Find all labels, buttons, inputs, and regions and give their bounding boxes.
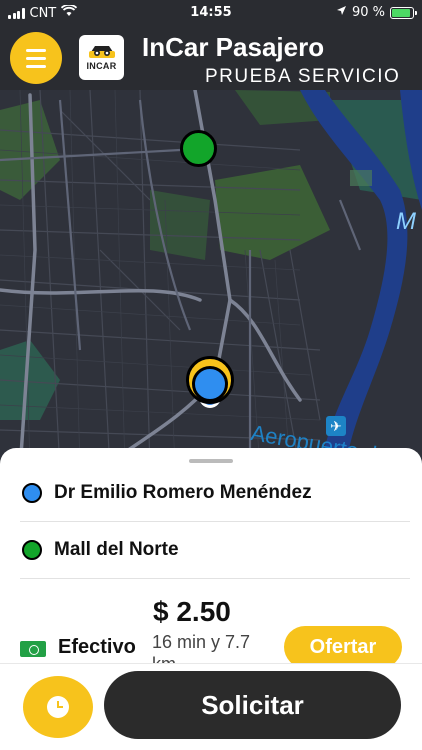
divider <box>20 521 410 522</box>
origin-dot-icon <box>22 483 42 503</box>
logo-text: INCAR <box>86 61 117 71</box>
app-subtitle: PRUEBA SERVICIO <box>205 66 401 87</box>
divider <box>20 578 410 579</box>
origin-pin <box>192 366 228 402</box>
bottom-bar: Solicitar <box>0 663 422 750</box>
logo-icon <box>88 46 115 58</box>
cash-icon <box>20 641 46 657</box>
origin-address: Dr Emilio Romero Menéndez <box>54 482 312 503</box>
battery-icon <box>390 6 417 19</box>
destination-marker[interactable] <box>180 130 217 167</box>
trip-duration: 16 min y 7.7 km <box>152 632 251 663</box>
destination-row[interactable]: Mall del Norte <box>0 525 422 575</box>
bottom-divider <box>0 663 422 664</box>
app-title: InCar Pasajero <box>142 32 325 62</box>
trip-sheet: Dr Emilio Romero Menéndez Mall del Norte… <box>0 448 422 663</box>
request-button[interactable]: Solicitar <box>104 671 401 739</box>
clock-icon <box>47 696 69 718</box>
sheet-grabber[interactable] <box>189 459 233 463</box>
schedule-button[interactable] <box>23 676 93 738</box>
origin-marker[interactable] <box>186 356 234 418</box>
app-logo: INCAR <box>79 35 124 80</box>
menu-icon <box>26 48 46 52</box>
location-arrow-icon <box>336 5 347 20</box>
battery-percent: 90 % <box>351 5 385 20</box>
menu-button[interactable] <box>10 32 62 84</box>
payment-method[interactable]: Efectivo <box>58 636 136 659</box>
destination-dot-icon <box>22 540 42 560</box>
app-header: INCAR InCar Pasajero PRUEBA SERVICIO <box>0 24 422 90</box>
trip-price: $ 2.50 <box>153 596 231 627</box>
destination-address: Mall del Norte <box>54 539 179 560</box>
offer-button[interactable]: Ofertar <box>284 626 402 663</box>
map-area-label: M <box>396 208 416 235</box>
origin-row[interactable]: Dr Emilio Romero Menéndez <box>0 468 422 518</box>
status-bar: CNT 14:55 90 % <box>0 0 422 24</box>
